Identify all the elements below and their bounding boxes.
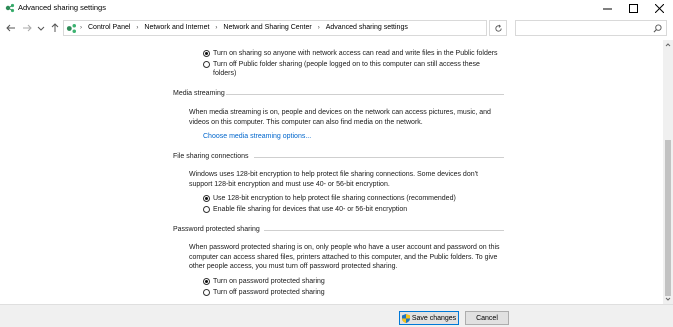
chevron-right-icon[interactable]: › — [318, 25, 320, 31]
shield-icon — [401, 313, 410, 323]
chevron-right-icon: › — [80, 24, 82, 31]
minimize-button[interactable] — [594, 0, 620, 16]
search-input[interactable] — [515, 20, 667, 36]
breadcrumb: › Control Panel › Network and Internet ›… — [80, 24, 408, 31]
arrow-right-icon — [23, 24, 32, 32]
password-sharing-off-option[interactable]: Turn off password protected sharing — [203, 288, 325, 297]
public-sharing-off-option[interactable]: Turn off Public folder sharing (people l… — [203, 60, 480, 78]
breadcrumb-network-and-internet[interactable]: Network and Internet — [144, 24, 209, 31]
encryption-40-56-option[interactable]: Enable file sharing for devices that use… — [203, 205, 407, 214]
settings-content: Turn on sharing so anyone with network a… — [0, 40, 663, 304]
description-line: When password protected sharing is on, o… — [189, 244, 500, 251]
save-changes-button[interactable]: Save changes — [399, 311, 459, 325]
breadcrumb-network-and-sharing-center[interactable]: Network and Sharing Center — [223, 24, 311, 31]
option-label: Turn on sharing so anyone with network a… — [213, 50, 498, 57]
description-line: computer can access shared files, printe… — [189, 253, 498, 261]
breadcrumb-control-panel[interactable]: Control Panel — [88, 24, 130, 31]
window-title: Advanced sharing settings — [18, 3, 106, 12]
password-sharing-on-option[interactable]: Turn on password protected sharing — [203, 277, 325, 286]
file-sharing-heading: File sharing connections — [173, 153, 249, 160]
chevron-down-icon — [665, 297, 671, 301]
breadcrumb-advanced-sharing-settings[interactable]: Advanced sharing settings — [326, 24, 408, 31]
media-streaming-options-link[interactable]: Choose media streaming options... — [203, 133, 311, 140]
chevron-up-icon — [665, 43, 671, 47]
password-sharing-description: When password protected sharing is on, o… — [189, 243, 519, 272]
description-line: videos on this computer. This computer c… — [189, 118, 423, 126]
option-label: Turn on password protected sharing — [213, 278, 325, 285]
navigation-bar: › Control Panel › Network and Internet ›… — [0, 16, 673, 40]
scroll-thumb[interactable] — [665, 140, 671, 296]
title-bar: Advanced sharing settings — [0, 0, 673, 16]
divider — [226, 94, 504, 95]
forward-button[interactable] — [21, 22, 33, 34]
footer-bar: Save changes Cancel — [0, 304, 673, 327]
encryption-128-option[interactable]: Use 128-bit encryption to help protect f… — [203, 194, 456, 203]
arrow-left-icon — [6, 24, 15, 32]
back-button[interactable] — [5, 22, 17, 34]
option-label: Turn off password protected sharing — [213, 289, 325, 296]
password-sharing-heading: Password protected sharing — [173, 226, 260, 233]
option-label: Turn off Public folder sharing (people l… — [213, 60, 480, 78]
maximize-icon — [628, 3, 638, 13]
radio-button[interactable] — [203, 289, 210, 296]
scroll-down-button[interactable] — [665, 296, 671, 302]
recent-locations-button[interactable] — [35, 22, 47, 34]
option-label-line2: folders) — [213, 70, 237, 77]
description-line: Windows uses 128-bit encryption to help … — [189, 171, 478, 178]
minimize-icon — [602, 8, 612, 9]
maximize-button[interactable] — [620, 0, 646, 16]
arrow-up-icon — [51, 23, 59, 32]
up-button[interactable] — [49, 22, 61, 34]
refresh-button[interactable] — [489, 20, 507, 36]
network-icon — [66, 23, 77, 34]
radio-button[interactable] — [203, 206, 210, 213]
address-bar[interactable]: › Control Panel › Network and Internet ›… — [63, 20, 547, 36]
description-line: support 128-bit encryption and must use … — [189, 180, 390, 188]
divider — [254, 157, 504, 158]
media-streaming-description: When media streaming is on, people and d… — [189, 108, 509, 127]
refresh-icon — [494, 24, 502, 32]
save-button-label: Save changes — [411, 314, 457, 322]
scroll-up-button[interactable] — [665, 42, 671, 48]
radio-button[interactable] — [203, 50, 210, 57]
description-line: other people access, you must turn off p… — [189, 263, 398, 270]
cancel-button[interactable]: Cancel — [465, 311, 509, 325]
public-sharing-on-option[interactable]: Turn on sharing so anyone with network a… — [203, 49, 498, 58]
media-streaming-heading: Media streaming — [173, 90, 225, 97]
vertical-scrollbar[interactable] — [663, 40, 673, 304]
chevron-right-icon[interactable]: › — [215, 25, 217, 31]
chevron-right-icon[interactable]: › — [136, 25, 138, 31]
chevron-down-icon — [37, 26, 45, 31]
option-label-line1: Turn off Public folder sharing (people l… — [213, 61, 480, 68]
close-button[interactable] — [646, 0, 672, 16]
search-icon — [653, 24, 662, 33]
network-icon — [5, 3, 15, 13]
cancel-button-label: Cancel — [476, 314, 498, 322]
file-sharing-description: Windows uses 128-bit encryption to help … — [189, 170, 509, 189]
option-label: Enable file sharing for devices that use… — [213, 206, 408, 213]
radio-button[interactable] — [203, 278, 210, 285]
description-line: When media streaming is on, people and d… — [189, 109, 491, 116]
option-label: Use 128-bit encryption to help protect f… — [213, 195, 456, 202]
divider — [264, 230, 504, 231]
close-icon — [654, 3, 664, 13]
radio-button[interactable] — [203, 61, 210, 68]
radio-button[interactable] — [203, 195, 210, 202]
